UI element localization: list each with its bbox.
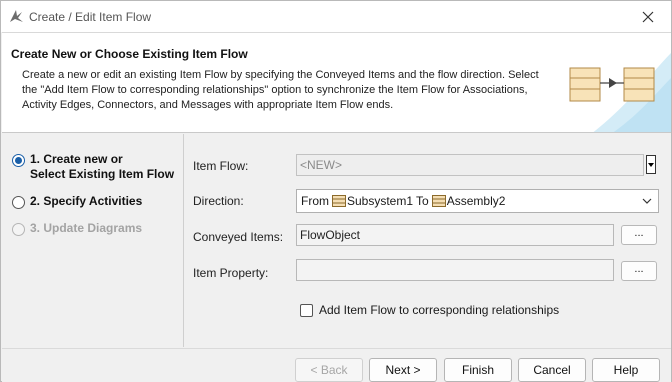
direction-to-word: To [416,194,429,208]
item-property-browse-button[interactable]: ... [621,261,657,281]
next-button[interactable]: Next > [369,358,437,382]
conveyed-items-label: Conveyed Items: [193,230,284,244]
help-button[interactable]: Help [592,358,660,382]
class-icon [332,195,346,207]
conveyed-items-field[interactable]: FlowObject [296,224,614,246]
back-button: < Back [295,358,363,382]
app-logo-icon [10,10,23,22]
direction-to-chip: Assembly2 [431,194,506,208]
steps-panel: 1. Create new or Select Existing Item Fl… [2,134,184,347]
button-bar: < Back Next > Finish Cancel Help [2,348,671,382]
cancel-button[interactable]: Cancel [518,358,586,382]
item-flow-label: Item Flow: [193,159,249,173]
item-property-label: Item Property: [193,266,269,280]
item-flow-dialog: Create / Edit Item Flow Create New or Ch… [0,0,672,382]
step-1-radio[interactable] [12,154,25,167]
title-bar: Create / Edit Item Flow [1,1,671,32]
add-item-flow-checkbox[interactable] [300,303,313,317]
direction-to-value: Assembly2 [446,194,506,208]
header-description: Create a new or edit an existing Item Fl… [22,69,539,111]
conveyed-items-value: FlowObject [300,228,361,242]
direction-label: Direction: [193,194,244,208]
class-icon [431,195,446,207]
add-item-flow-label: Add Item Flow to corresponding relations… [319,303,560,317]
form-panel: Item Flow: <NEW> Direction: From Subsyst… [185,134,671,347]
close-button[interactable] [625,1,671,32]
header-title: Create New or Choose Existing Item Flow [11,47,248,61]
direction-from-word: From [301,194,329,208]
step-2-label: 2. Specify Activities [30,194,143,208]
step-2-radio[interactable] [12,196,25,209]
item-flow-dropdown-button[interactable] [646,155,656,174]
close-icon [642,11,654,22]
item-flow-illustration-icon [569,53,671,132]
step-update-diagrams: 3. Update Diagrams [12,221,142,236]
step-create-select[interactable]: 1. Create new or Select Existing Item Fl… [12,152,174,182]
triangle-down-icon [648,162,654,167]
conveyed-items-browse-button[interactable]: ... [621,225,657,245]
finish-button[interactable]: Finish [444,358,512,382]
direction-from-chip: Subsystem1 [332,194,413,208]
item-flow-value: <NEW> [300,158,343,172]
direction-from-value: Subsystem1 [347,194,414,208]
step-specify-activities[interactable]: 2. Specify Activities [12,194,142,209]
step-1-label: 1. Create new or Select Existing Item Fl… [30,152,175,181]
window-title: Create / Edit Item Flow [29,10,152,24]
step-3-radio [12,223,25,236]
step-3-label: 3. Update Diagrams [30,221,143,235]
item-property-field[interactable] [296,259,614,281]
direction-select[interactable]: From Subsystem1 To Assembly2 [296,189,659,213]
chevron-down-icon [642,198,652,204]
item-flow-combo[interactable]: <NEW> [296,154,644,176]
header-banner: Create New or Choose Existing Item Flow … [2,32,671,133]
add-item-flow-option[interactable]: Add Item Flow to corresponding relations… [300,303,559,317]
